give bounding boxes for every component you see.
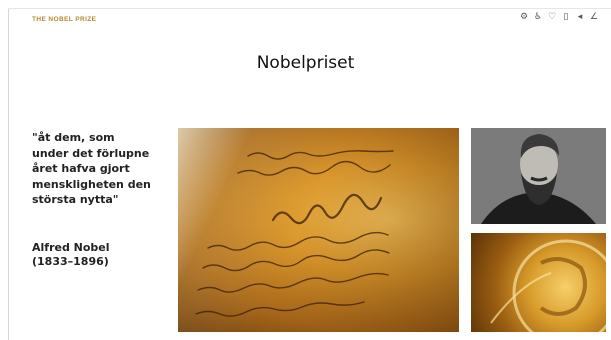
testament-manuscript-image[interactable] xyxy=(178,128,459,332)
nobel-medal-image[interactable] xyxy=(471,233,606,332)
alfred-nobel-portrait-image[interactable] xyxy=(471,128,606,224)
quote-author: Alfred Nobel (1833–1896) xyxy=(32,241,152,269)
page-title: Nobelpriset xyxy=(256,53,355,73)
accessibility-icon[interactable]: ♿ xyxy=(533,11,543,21)
audio-icon[interactable]: ◂ xyxy=(575,11,585,21)
brand-logo[interactable]: THE NOBEL PRIZE xyxy=(32,16,96,23)
chart-icon[interactable]: ∠ xyxy=(589,11,599,21)
heart-icon[interactable]: ♡ xyxy=(547,11,557,21)
author-name: Alfred Nobel xyxy=(32,241,110,254)
nobel-quote: "åt dem, som under det förlupne året haf… xyxy=(32,131,151,206)
header-toolbar: ⚙ ♿ ♡ ▯ ◂ ∠ xyxy=(519,11,599,21)
gear-icon[interactable]: ⚙ xyxy=(519,11,529,21)
book-icon[interactable]: ▯ xyxy=(561,11,571,21)
page-border-top xyxy=(8,8,611,9)
medal-relief xyxy=(490,239,606,332)
handwriting-strokes xyxy=(195,150,394,317)
author-years: (1833–1896) xyxy=(32,255,109,268)
portrait-figure xyxy=(471,128,606,224)
